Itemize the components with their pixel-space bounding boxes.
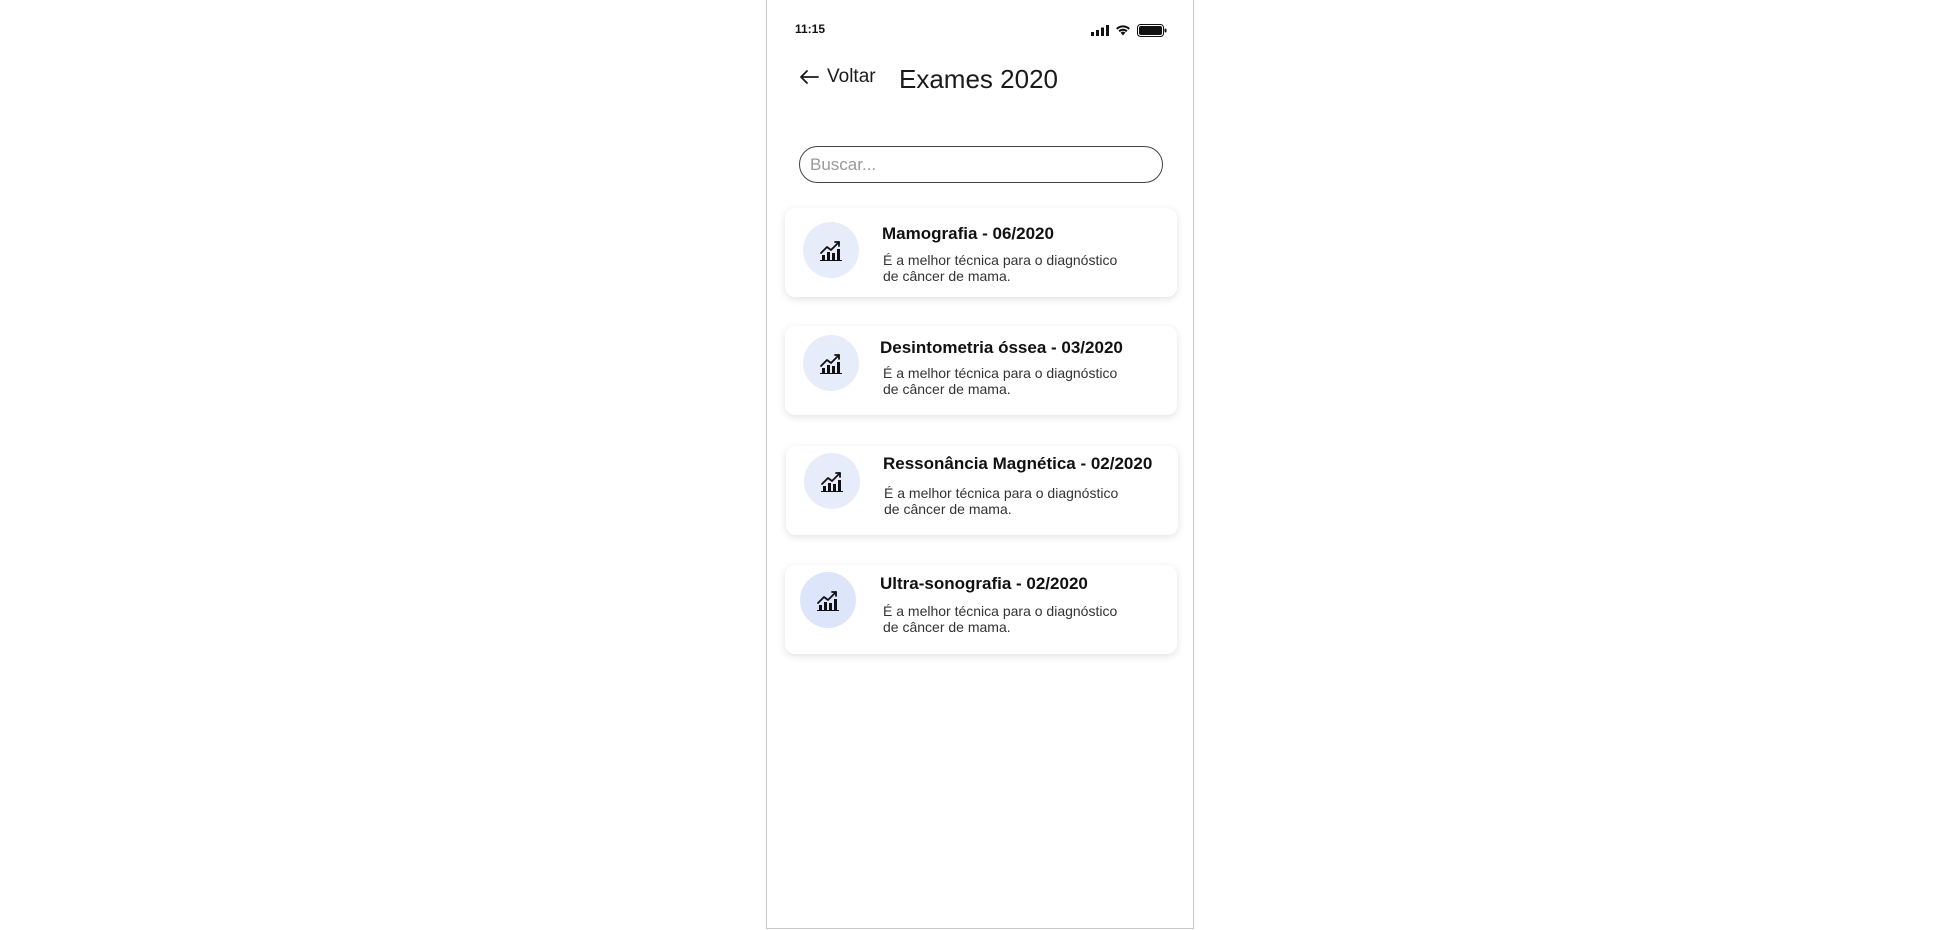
exam-title: Ressonância Magnética - 02/2020 — [883, 454, 1153, 473]
page-title: Exames 2020 — [899, 64, 1058, 94]
exam-description: É a melhor técnica para o diagnóstico de… — [883, 365, 1118, 397]
search-input[interactable] — [799, 146, 1163, 183]
chart-growth-icon — [817, 591, 839, 611]
exam-card[interactable]: Desintometria óssea - 03/2020 É a melhor… — [785, 326, 1177, 415]
exam-card[interactable]: Mamografia - 06/2020 É a melhor técnica … — [785, 208, 1177, 297]
back-label: Voltar — [827, 66, 876, 87]
exam-title: Desintometria óssea - 03/2020 — [880, 338, 1123, 357]
wifi-icon — [1116, 25, 1130, 36]
signal-icon — [1091, 24, 1109, 36]
arrow-left-icon — [800, 70, 819, 84]
chart-growth-icon — [821, 472, 843, 492]
status-time: 11:15 — [795, 22, 826, 36]
exam-card[interactable]: Ressonância Magnética - 02/2020 É a melh… — [786, 446, 1178, 535]
back-button[interactable]: Voltar — [799, 66, 876, 88]
exam-title: Mamografia - 06/2020 — [882, 224, 1054, 243]
status-icons — [1091, 23, 1167, 37]
exam-avatar — [803, 222, 859, 278]
exam-avatar — [803, 335, 859, 391]
exam-avatar — [804, 453, 860, 509]
battery-icon — [1137, 23, 1167, 37]
exam-description: É a melhor técnica para o diagnóstico de… — [883, 252, 1118, 284]
chart-growth-icon — [820, 241, 842, 261]
exam-avatar — [800, 572, 856, 628]
exam-description: É a melhor técnica para o diagnóstico de… — [883, 603, 1118, 635]
exam-description: É a melhor técnica para o diagnóstico de… — [884, 485, 1119, 517]
phone-frame: 11:15 Voltar Exames 2020 Buscar... Mamog… — [766, 0, 1194, 929]
exam-title: Ultra-sonografia - 02/2020 — [880, 574, 1088, 593]
exam-card[interactable]: Ultra-sonografia - 02/2020 É a melhor té… — [785, 565, 1177, 654]
chart-growth-icon — [820, 354, 842, 374]
